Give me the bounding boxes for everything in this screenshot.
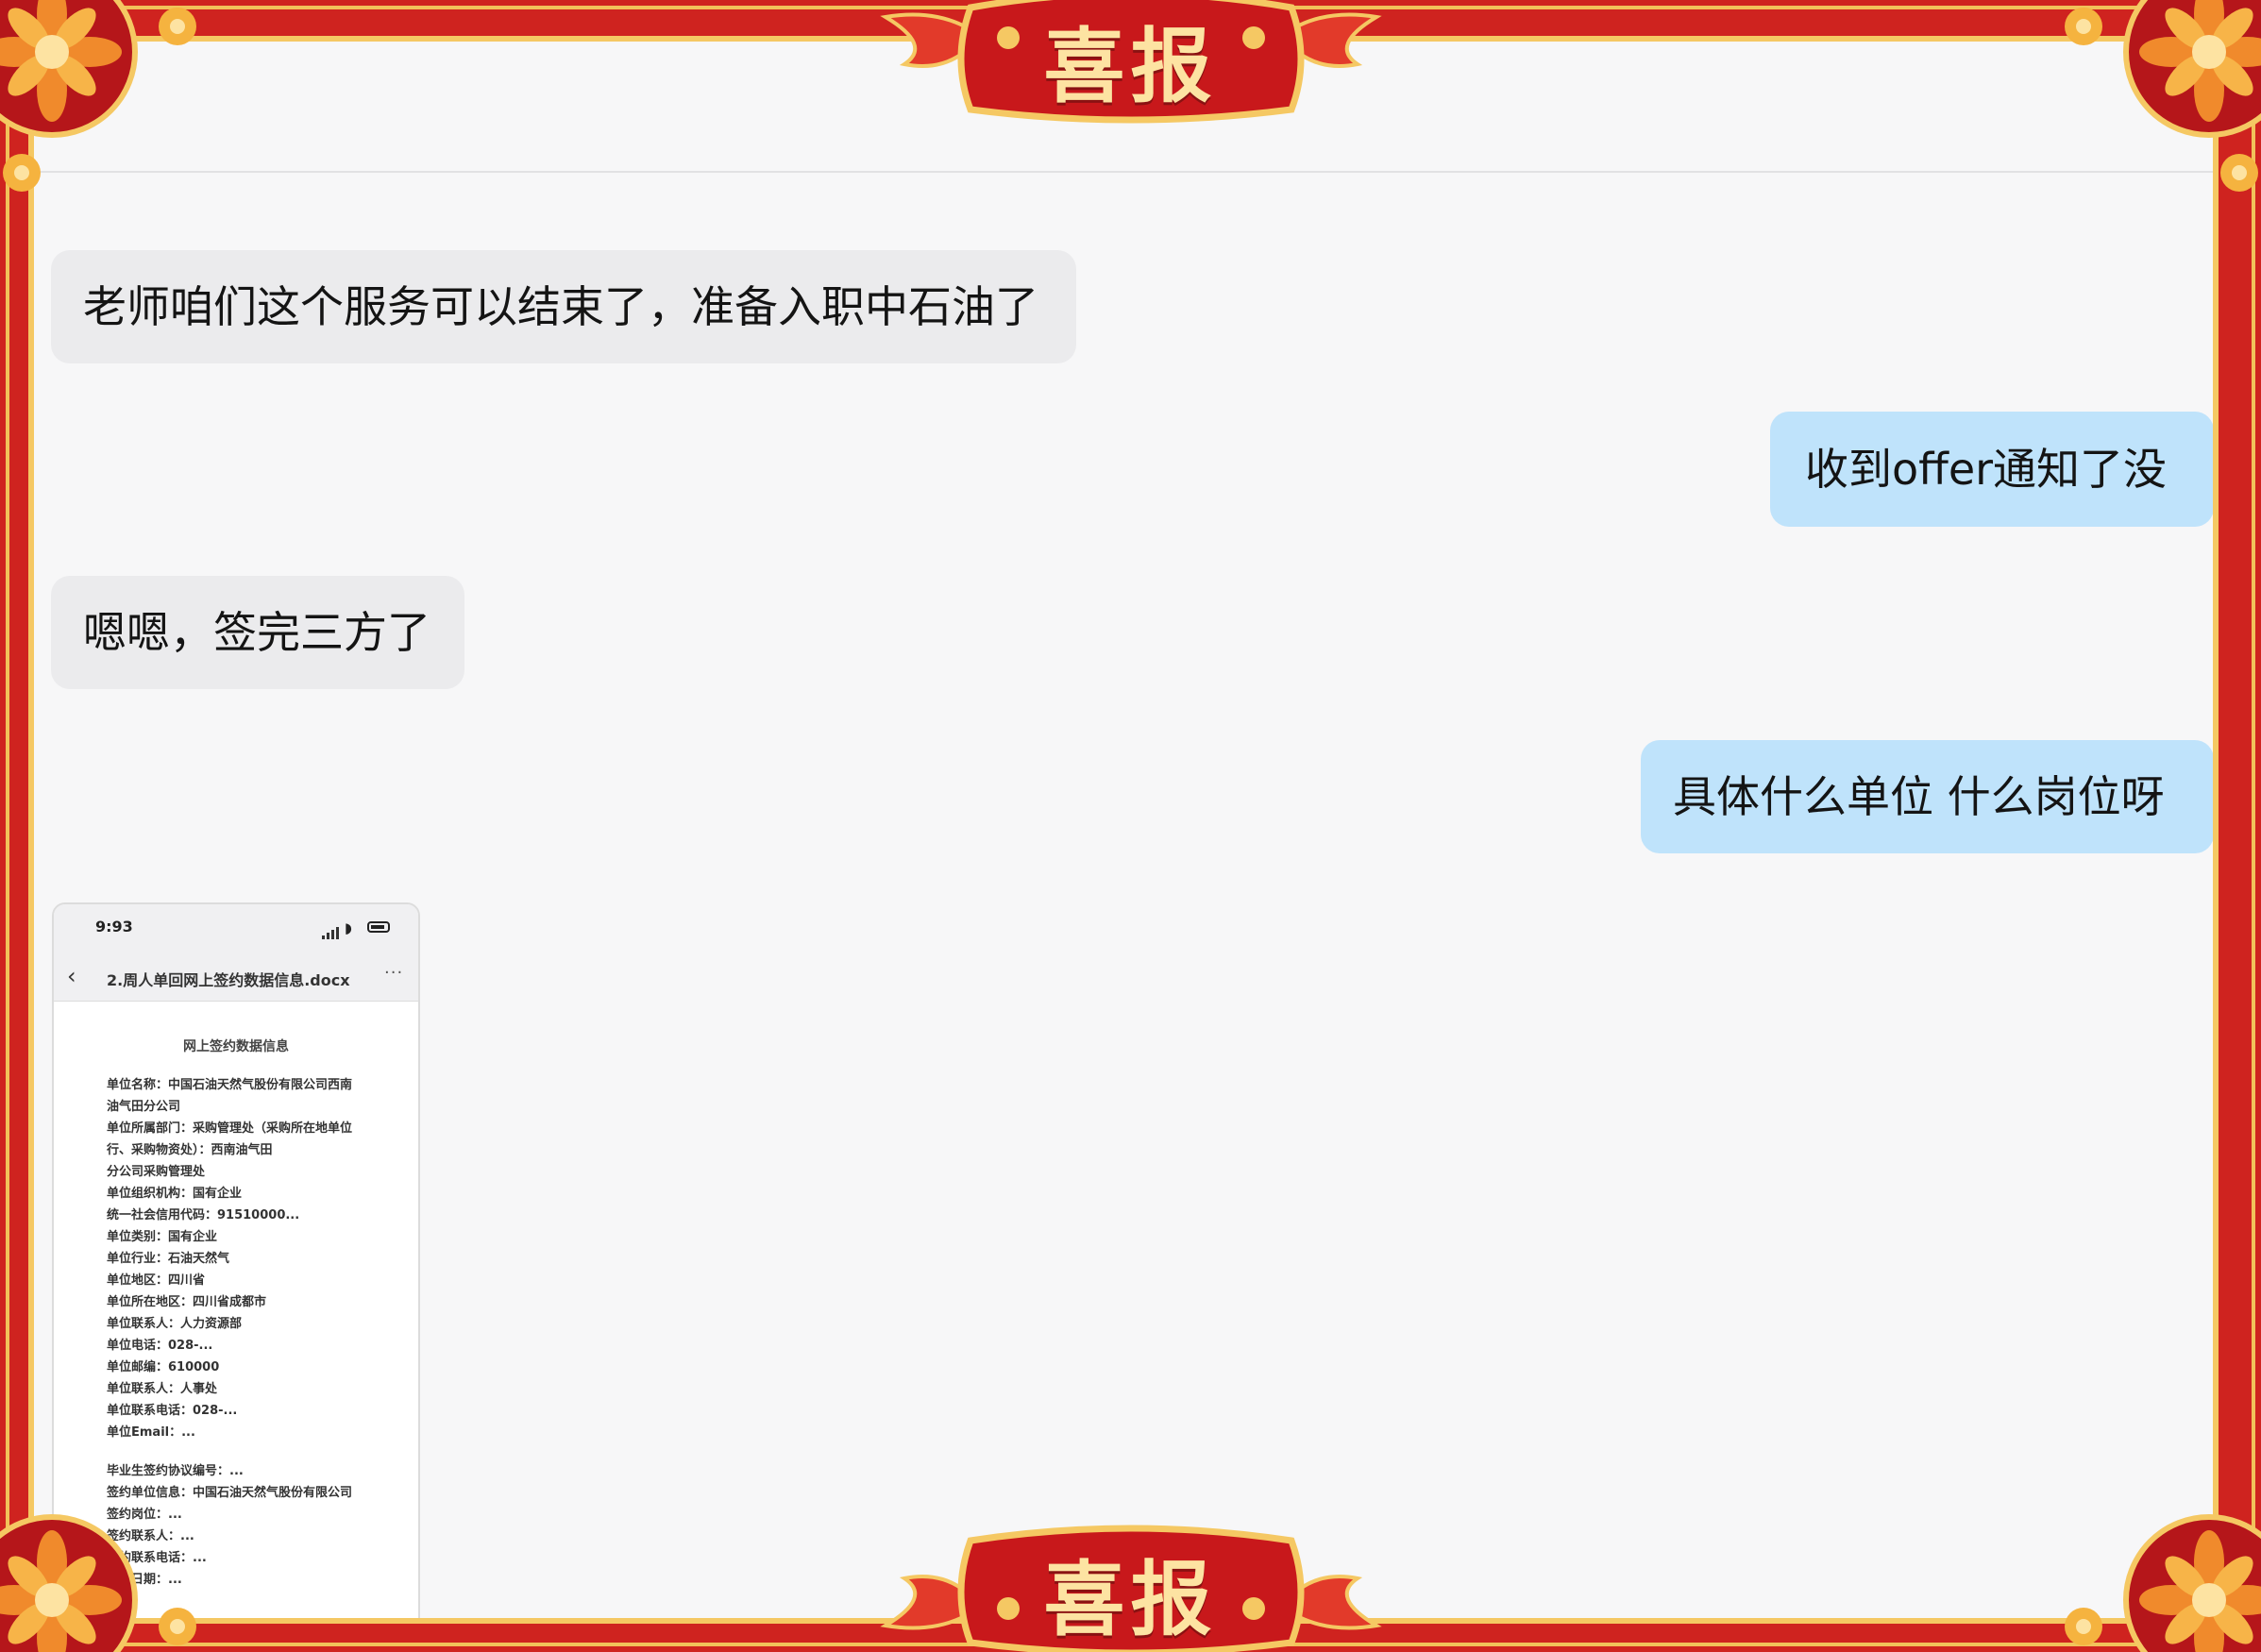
- document-line: 单位联系电话：028-...: [107, 1404, 238, 1418]
- banner-title: 喜报: [1043, 18, 1218, 114]
- document-line: 签约联系人：...: [107, 1529, 194, 1543]
- document-line: 单位联系人：人力资源部: [107, 1317, 243, 1331]
- back-chevron-icon: ‹: [67, 963, 76, 989]
- document-line: 签约单位信息：中国石油天然气股份有限公司: [107, 1486, 353, 1500]
- small-flower-icon: [2220, 154, 2258, 192]
- document-line: 单位邮编：610000: [107, 1360, 220, 1374]
- battery-icon: [367, 921, 390, 933]
- document-heading: 网上签约数据信息: [183, 1039, 289, 1054]
- document-body: 单位名称：中国石油天然气股份有限公司西南 油气田分公司单位所属部门：采购管理处（采…: [107, 1074, 390, 1591]
- signal-icon: [322, 921, 341, 939]
- small-flower-icon: [3, 154, 41, 192]
- document-line: 毕业生签约协议编号：...: [107, 1464, 244, 1478]
- document-line: 单位组织机构：国有企业: [107, 1187, 243, 1201]
- document-line: 单位所属部门：采购管理处（采购所在地单位: [107, 1121, 353, 1136]
- document-line: 单位Email：...: [107, 1425, 195, 1440]
- document-line: 单位电话：028-...: [107, 1339, 213, 1353]
- small-flower-icon: [159, 1608, 196, 1645]
- wifi-icon: ◗: [345, 919, 352, 936]
- document-nav-bar: ‹ 2.周人单回网上签约数据信息.docx ···: [54, 953, 418, 1002]
- status-time: 9:93: [95, 918, 133, 936]
- celebration-banner-top: 喜报: [867, 0, 1395, 128]
- document-line: 签约岗位：...: [107, 1508, 182, 1522]
- document-line: 行、采购物资处）：西南油气田: [107, 1143, 273, 1157]
- flower-ornament-icon: [2123, 0, 2261, 138]
- message-received-2[interactable]: 嗯嗯，签完三方了: [51, 576, 464, 689]
- message-received-1[interactable]: 老师咱们这个服务可以结束了，准备入职中石油了: [51, 250, 1076, 363]
- document-line: 签约联系电话：...: [107, 1551, 207, 1565]
- header-divider: [34, 171, 2213, 173]
- chat-panel: 老师咱们这个服务可以结束了，准备入职中石油了 收到offer通知了没 嗯嗯，签完…: [28, 36, 2219, 1624]
- poster-frame: 老师咱们这个服务可以结束了，准备入职中石油了 收到offer通知了没 嗯嗯，签完…: [0, 0, 2261, 1652]
- document-line: 统一社会信用代码：91510000...: [107, 1208, 300, 1222]
- document-line: 单位类别：国有企业: [107, 1230, 218, 1244]
- message-sent-1[interactable]: 收到offer通知了没: [1770, 412, 2213, 527]
- flower-ornament-icon: [0, 1514, 138, 1652]
- document-gap: [107, 1443, 390, 1460]
- small-flower-icon: [2065, 8, 2102, 45]
- document-line: 签约日期：...: [107, 1573, 182, 1587]
- celebration-banner-bottom: 喜报: [867, 1522, 1395, 1652]
- message-text: 收到offer通知了没: [1805, 444, 2168, 495]
- document-title: 2.周人单回网上签约数据信息.docx: [107, 971, 350, 989]
- document-line: 油气田分公司: [107, 1100, 181, 1114]
- document-line: 单位名称：中国石油天然气股份有限公司西南: [107, 1078, 353, 1092]
- small-flower-icon: [2065, 1608, 2102, 1645]
- small-flower-icon: [159, 8, 196, 45]
- document-line: 单位所在地区：四川省成都市: [107, 1295, 267, 1309]
- flower-ornament-icon: [0, 0, 138, 138]
- banner-title: 喜报: [1043, 1551, 1218, 1647]
- message-text: 具体什么单位 什么岗位呀: [1673, 771, 2165, 822]
- document-line: 单位行业：石油天然气: [107, 1252, 230, 1266]
- message-text: 老师咱们这个服务可以结束了，准备入职中石油了: [83, 281, 1038, 332]
- document-line: 单位联系人：人事处: [107, 1382, 218, 1396]
- more-icon: ···: [384, 963, 404, 983]
- phone-status-bar: 9:93 ◗: [54, 904, 418, 953]
- message-text: 嗯嗯，签完三方了: [83, 607, 430, 658]
- document-line: 单位地区：四川省: [107, 1273, 206, 1288]
- message-sent-2[interactable]: 具体什么单位 什么岗位呀: [1641, 740, 2213, 853]
- flower-ornament-icon: [2123, 1514, 2261, 1652]
- document-line: 分公司采购管理处: [107, 1165, 206, 1179]
